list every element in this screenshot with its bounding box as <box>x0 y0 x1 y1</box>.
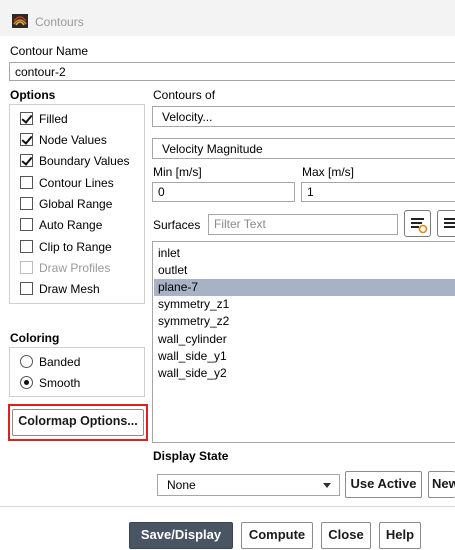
max-field[interactable]: 1 <box>301 182 455 202</box>
coloring-label: Coloring <box>10 331 60 345</box>
draw-mesh-checkbox[interactable]: Draw Mesh <box>20 280 145 298</box>
smooth-radio[interactable]: Smooth <box>20 374 130 392</box>
draw-profiles-label: Draw Profiles <box>39 261 111 275</box>
min-label: Min [m/s] <box>153 165 202 179</box>
auto-range-checkbox[interactable]: Auto Range <box>20 216 145 234</box>
filled-label: Filled <box>39 112 68 126</box>
max-label: Max [m/s] <box>302 165 355 179</box>
contour-name-label: Contour Name <box>10 44 89 58</box>
global-range-checkbox-box[interactable] <box>20 197 33 210</box>
boundary-values-checkbox-box[interactable] <box>20 154 33 167</box>
options-label: Options <box>10 88 56 102</box>
contour-lines-label: Contour Lines <box>39 176 114 190</box>
footer-divider <box>0 506 455 507</box>
new-display-state-button[interactable]: New... <box>428 471 455 498</box>
draw-mesh-checkbox-box[interactable] <box>20 282 33 295</box>
filter-list-icon <box>411 218 428 234</box>
banded-radio[interactable]: Banded <box>20 353 130 371</box>
display-state-dropdown[interactable]: None <box>157 474 340 496</box>
contours-app-icon <box>12 14 28 28</box>
min-value: 0 <box>158 185 165 199</box>
contours-of-quantity-value: Velocity Magnitude <box>162 142 263 156</box>
smooth-radio-circle[interactable] <box>20 376 33 389</box>
save-display-button[interactable]: Save/Display <box>129 522 233 549</box>
contours-of-label: Contours of <box>153 88 216 102</box>
deselect-surfaces-button[interactable] <box>437 210 455 237</box>
colormap-options-button[interactable]: Colormap Options... <box>12 409 144 436</box>
filled-checkbox-box[interactable] <box>20 112 33 125</box>
clip-to-range-checkbox[interactable]: Clip to Range <box>20 238 145 256</box>
global-range-label: Global Range <box>39 197 113 211</box>
contour-lines-checkbox-box[interactable] <box>20 176 33 189</box>
surfaces-filter-input[interactable]: Filter Text <box>208 214 398 235</box>
surface-item-outlet[interactable]: outlet <box>154 262 455 279</box>
draw-mesh-label: Draw Mesh <box>39 282 100 296</box>
surface-item-wall-cylinder[interactable]: wall_cylinder <box>154 331 455 348</box>
global-range-checkbox[interactable]: Global Range <box>20 195 145 213</box>
contour-name-field[interactable]: contour-2 <box>9 62 455 81</box>
contour-name-value: contour-2 <box>15 65 66 79</box>
banded-radio-circle[interactable] <box>20 355 33 368</box>
list-icon <box>444 218 455 228</box>
title-bar: Contours <box>0 0 455 36</box>
node-values-checkbox-box[interactable] <box>20 133 33 146</box>
contours-of-category-value: Velocity... <box>162 110 213 124</box>
contours-of-quantity-dropdown[interactable]: Velocity Magnitude <box>152 138 455 159</box>
surface-item-plane-7[interactable]: plane-7 <box>154 279 455 296</box>
close-button[interactable]: Close <box>321 522 371 549</box>
min-field[interactable]: 0 <box>152 182 295 202</box>
chevron-down-icon <box>323 483 331 488</box>
surface-item-wall-side-y1[interactable]: wall_side_y1 <box>154 348 455 365</box>
display-state-value: None <box>167 478 196 492</box>
node-values-checkbox[interactable]: Node Values <box>20 131 145 149</box>
max-value: 1 <box>307 185 314 199</box>
window-title: Contours <box>35 15 84 29</box>
auto-range-checkbox-box[interactable] <box>20 218 33 231</box>
surfaces-label: Surfaces <box>153 218 201 232</box>
surface-item-symmetry-z1[interactable]: symmetry_z1 <box>154 296 455 313</box>
help-button[interactable]: Help <box>379 522 421 549</box>
surface-item-symmetry-z2[interactable]: symmetry_z2 <box>154 313 455 330</box>
contours-of-category-dropdown[interactable]: Velocity... <box>152 106 455 127</box>
clip-to-range-checkbox-box[interactable] <box>20 240 33 253</box>
boundary-values-label: Boundary Values <box>39 154 130 168</box>
node-values-label: Node Values <box>39 133 107 147</box>
draw-profiles-checkbox-box <box>20 261 33 274</box>
display-state-label: Display State <box>153 449 229 463</box>
banded-label: Banded <box>39 355 81 369</box>
clip-to-range-label: Clip to Range <box>39 240 112 254</box>
surfaces-list[interactable]: inlet outlet plane-7 symmetry_z1 symmetr… <box>152 241 455 443</box>
draw-profiles-checkbox: Draw Profiles <box>20 259 145 277</box>
auto-range-label: Auto Range <box>39 218 103 232</box>
surface-item-wall-side-y2[interactable]: wall_side_y2 <box>154 365 455 382</box>
compute-button[interactable]: Compute <box>241 522 313 549</box>
use-active-button[interactable]: Use Active <box>345 471 422 498</box>
filled-checkbox[interactable]: Filled <box>20 110 145 128</box>
surfaces-filter-placeholder: Filter Text <box>214 217 266 231</box>
select-all-surfaces-button[interactable] <box>404 210 431 237</box>
contour-lines-checkbox[interactable]: Contour Lines <box>20 174 145 192</box>
smooth-label: Smooth <box>39 376 81 390</box>
surface-item-inlet[interactable]: inlet <box>154 245 455 262</box>
boundary-values-checkbox[interactable]: Boundary Values <box>20 152 145 170</box>
